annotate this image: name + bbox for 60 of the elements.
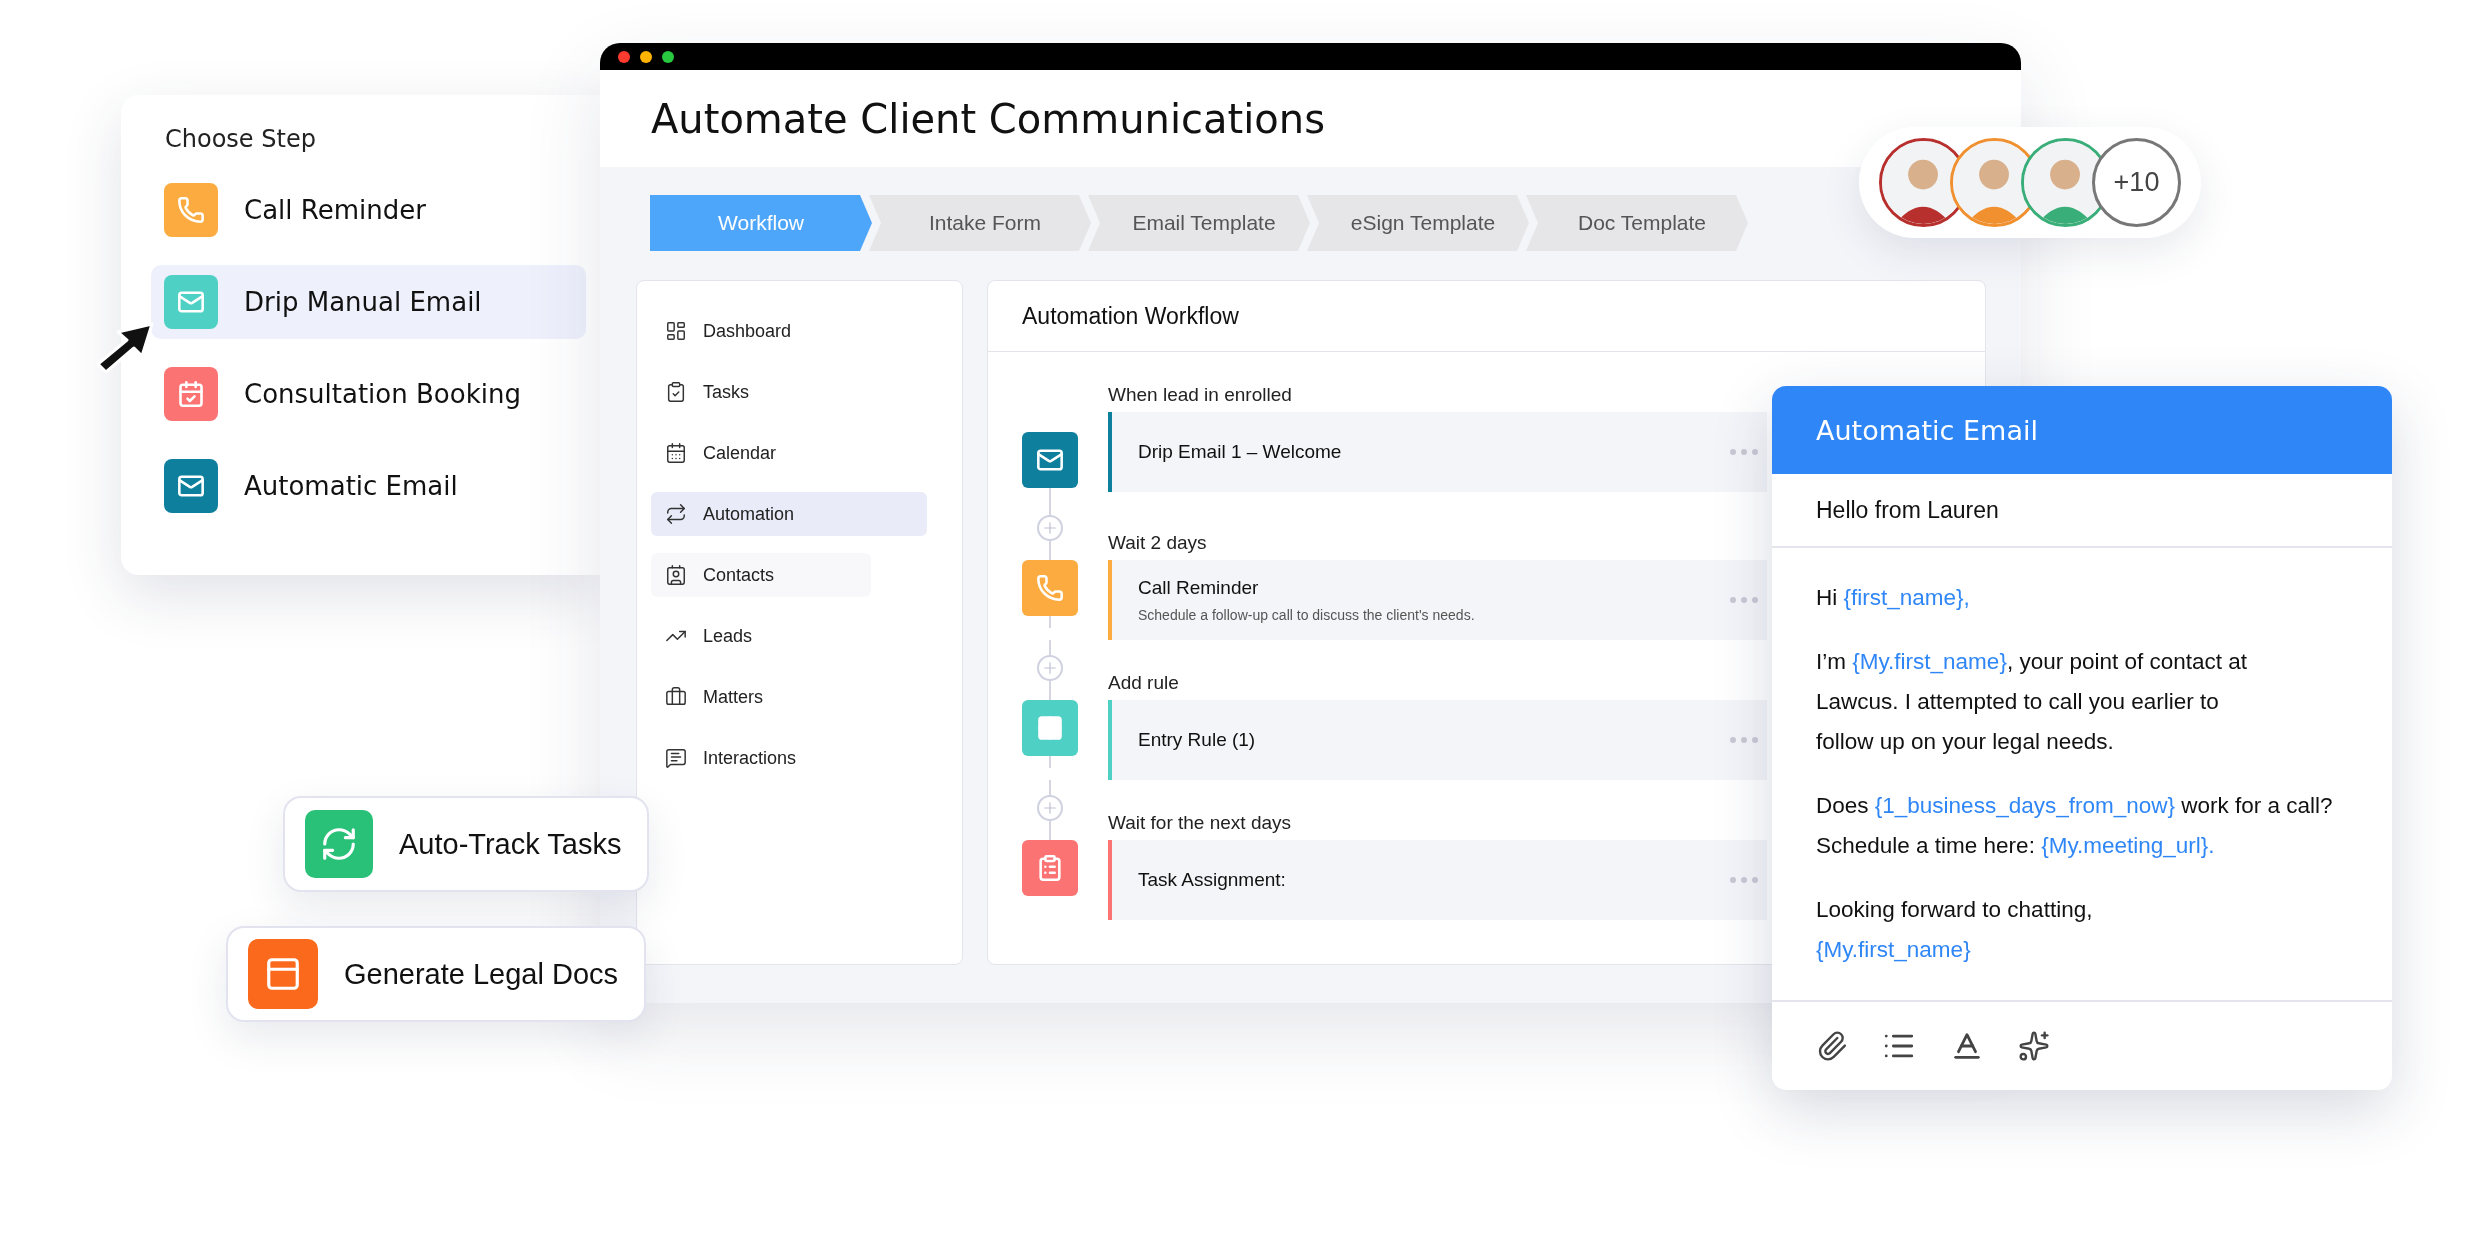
feature-label: Auto-Track Tasks xyxy=(399,827,622,861)
contact-card-icon xyxy=(665,564,687,586)
paperclip-icon xyxy=(1816,1030,1848,1062)
plus-icon xyxy=(1041,799,1059,817)
sparkle-icon xyxy=(2018,1030,2050,1062)
step-label: Call Reminder xyxy=(244,195,426,225)
step-option[interactable]: Consultation Booking xyxy=(151,357,586,431)
email-paragraph: Hi {first_name}, xyxy=(1816,584,1971,612)
step-label: Consultation Booking xyxy=(244,379,521,409)
clipboard-icon xyxy=(665,381,687,403)
minimize-dot-icon[interactable] xyxy=(640,50,652,63)
step-title: Task Assignment: xyxy=(1138,869,1286,891)
step-title: Drip Email 1 – Welcome xyxy=(1138,441,1342,463)
tab[interactable]: Doc Template xyxy=(1526,195,1748,251)
repeat-icon xyxy=(665,503,687,525)
step-title: Call Reminder xyxy=(1138,577,1260,599)
step-option[interactable]: Automatic Email xyxy=(151,449,586,523)
card-title: Choose Step xyxy=(165,125,317,153)
step-label: Automatic Email xyxy=(244,471,458,501)
step-option[interactable]: Call Reminder xyxy=(151,173,586,247)
step-trigger-label: Add rule xyxy=(1108,671,1180,695)
chat-bubble-icon xyxy=(665,747,687,769)
feature-label: Generate Legal Docs xyxy=(344,957,619,991)
grid-icon xyxy=(665,320,687,342)
email-paragraph: I’m {My.first_name}, your point of contact at Lawcus. I attempted to call you earlier to follow up on your legal needs. xyxy=(1816,648,2249,756)
tab[interactable]: eSign Template xyxy=(1307,195,1529,251)
calendar-icon xyxy=(665,442,687,464)
email-paragraph: Looking forward to chatting, {My.first_name} xyxy=(1816,896,2094,964)
plus-icon xyxy=(1041,659,1059,677)
window-title: Automate Client Communications xyxy=(651,95,1325,142)
plus-icon xyxy=(1041,519,1059,537)
panel-title: Automation Workflow xyxy=(988,281,1985,352)
step-trigger-label: Wait for the next days xyxy=(1108,811,1293,835)
workflow-step[interactable]: Entry Rule (1) xyxy=(1108,700,1767,780)
sidebar-item[interactable]: Tasks xyxy=(651,370,927,414)
step-trigger-label: When lead in enrolled xyxy=(1108,383,1293,407)
step-trigger-label: Wait 2 days xyxy=(1108,531,1208,555)
email-subject: Hello from Lauren xyxy=(1772,474,2392,548)
step-title: Entry Rule (1) xyxy=(1138,729,1256,751)
step-label: Drip Manual Email xyxy=(244,287,482,317)
workflow-step[interactable]: Drip Email 1 – Welcome xyxy=(1108,412,1767,492)
more-count: +10 xyxy=(2092,138,2181,227)
step-description: Schedule a follow-up call to discuss the client's needs. xyxy=(1138,607,1475,623)
sidebar-item[interactable]: Interactions xyxy=(651,736,927,780)
close-dot-icon[interactable] xyxy=(618,50,630,63)
email-card-title: Automatic Email xyxy=(1772,386,2392,474)
workflow-step[interactable]: Task Assignment: xyxy=(1108,840,1767,920)
email-paragraph: Does {1_business_days_from_now} work for a call? Schedule a time here: {My.meeting_url}. xyxy=(1816,792,2334,860)
step-option[interactable]: Drip Manual Email xyxy=(151,265,586,339)
sidebar-item[interactable]: Dashboard xyxy=(651,309,927,353)
tab[interactable]: Intake Form xyxy=(869,195,1091,251)
briefcase-icon xyxy=(665,686,687,708)
sidebar-item[interactable]: Leads xyxy=(651,614,927,658)
sidebar-item[interactable]: Automation xyxy=(651,492,927,536)
workflow-step[interactable]: Call Reminder Schedule a follow-up call to discuss the client's needs. xyxy=(1108,560,1767,640)
sidebar-item[interactable]: Calendar xyxy=(651,431,927,475)
tab[interactable]: Email Template xyxy=(1088,195,1310,251)
sidebar-item[interactable]: Contacts xyxy=(651,553,871,597)
sidebar-item[interactable]: Matters xyxy=(651,675,927,719)
maximize-dot-icon[interactable] xyxy=(662,50,674,63)
